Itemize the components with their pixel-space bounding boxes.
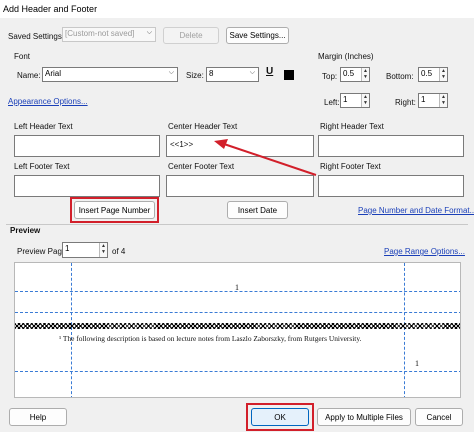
footer-top-guide — [15, 371, 460, 372]
page-break-zigzag — [15, 323, 460, 329]
preview-page-value: 1 — [65, 244, 70, 253]
cancel-button[interactable]: Cancel — [415, 408, 463, 426]
preview-body-text: ¹ The following description is based on … — [59, 334, 362, 343]
page-range-options-link[interactable]: Page Range Options... — [384, 247, 465, 256]
preview-page-count: of 4 — [112, 247, 126, 256]
right-margin-guide — [404, 263, 405, 397]
help-button[interactable]: Help — [9, 408, 67, 426]
left-margin-guide — [71, 263, 72, 397]
preview-pane: 1 ¹ The following description is based o… — [14, 262, 461, 398]
preview-header-number: 1 — [235, 283, 239, 292]
header-bottom-guide — [15, 312, 460, 313]
preview-group-label: Preview — [10, 226, 41, 235]
divider — [6, 224, 468, 225]
preview-page-input[interactable]: 1 ▲ ▼ — [62, 242, 108, 258]
ok-button[interactable]: OK — [251, 408, 309, 426]
spinner-icon[interactable]: ▲ ▼ — [99, 243, 107, 257]
preview-footer-number: 1 — [415, 359, 419, 368]
apply-to-multiple-files-button[interactable]: Apply to Multiple Files — [317, 408, 411, 426]
preview-page-label: Preview Page — [17, 247, 67, 256]
